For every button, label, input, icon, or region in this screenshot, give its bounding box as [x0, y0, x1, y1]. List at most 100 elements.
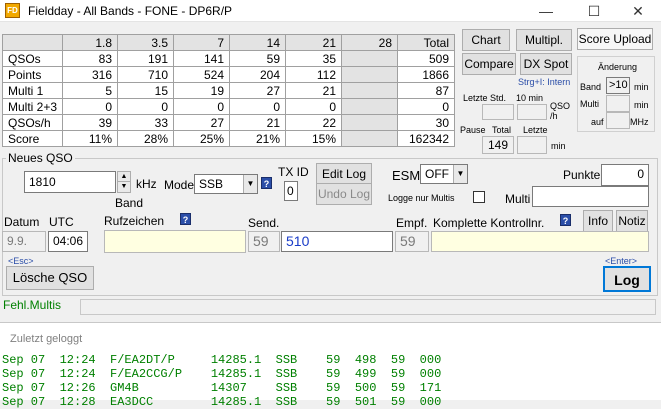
table-cell [341, 98, 399, 115]
list-item[interactable]: Sep 07 12:28 EA3DCC 14285.1 SSB 59 501 5… [2, 395, 441, 409]
utc-field[interactable]: 04:06 [48, 231, 88, 252]
txid-input[interactable]: 0 [284, 181, 298, 201]
log-button[interactable]: Log [603, 266, 651, 292]
dx-spot-button[interactable]: DX Spot [520, 53, 572, 75]
empf-rst-field[interactable]: 59 [395, 231, 429, 252]
status-field [80, 299, 656, 315]
auf-field[interactable] [606, 112, 630, 129]
list-item[interactable]: Sep 07 12:24 F/EA2DT/P 14285.1 SSB 59 49… [2, 353, 441, 367]
table-cell: 25% [173, 130, 231, 147]
table-cell: 11% [62, 130, 119, 147]
table-cell: 0 [229, 98, 287, 115]
row-label: QSOs [1, 50, 64, 67]
send-rst-field[interactable]: 59 [248, 231, 280, 252]
datum-field[interactable]: 9.9. [2, 231, 46, 252]
kontroll-help-icon[interactable]: ? [560, 214, 571, 226]
txid-label: TX ID [278, 165, 309, 179]
last-time-value [517, 136, 547, 154]
band-unit: min [634, 82, 649, 92]
table-cell: 204 [229, 66, 287, 83]
esm-value: OFF [425, 167, 449, 181]
table-cell [341, 66, 399, 83]
column-header: 14 [229, 34, 287, 51]
table-cell: 87 [397, 82, 456, 99]
row-label: Points [1, 66, 64, 83]
table-row: Points 316 710 524 204 112 1866 [1, 66, 456, 83]
table-cell: 5 [62, 82, 119, 99]
table-cell [341, 114, 399, 131]
multi-change-unit: min [634, 100, 649, 110]
column-header: 1.8 [62, 34, 119, 51]
maximize-button[interactable]: ☐ [571, 0, 617, 22]
esm-label: ESM [392, 168, 421, 183]
table-cell: 28% [117, 130, 175, 147]
table-cell: 0 [397, 98, 456, 115]
esm-select[interactable]: OFF ▼ [420, 164, 468, 184]
column-header: 21 [285, 34, 343, 51]
table-header-row: 1.8 3.5 7 14 21 28 Total [1, 34, 456, 51]
qso-per-hour-label: QSO /h [550, 101, 571, 121]
ten-min-rate [517, 104, 547, 120]
table-cell [341, 130, 399, 147]
score-upload-button[interactable]: Score Upload [577, 28, 653, 50]
table-cell: 15 [117, 82, 175, 99]
kontroll-input[interactable] [431, 231, 649, 252]
multi-label: Multi [505, 192, 531, 206]
empf-label: Empf. [396, 216, 428, 230]
multi-field[interactable] [532, 186, 649, 207]
info-button[interactable]: Info [583, 210, 613, 232]
chart-button[interactable]: Chart [462, 29, 510, 51]
table-cell: 1866 [397, 66, 456, 83]
datum-label: Datum [4, 215, 40, 229]
table-cell: 21 [229, 114, 287, 131]
table-cell: 21% [229, 130, 287, 147]
multi-change-field[interactable] [606, 95, 630, 112]
table-cell: 15% [285, 130, 343, 147]
mode-label: Mode [164, 178, 195, 192]
column-header: Total [397, 34, 456, 51]
spinner-down-icon[interactable]: ▼ [118, 182, 130, 192]
send-nr-field[interactable]: 510 [281, 231, 393, 252]
close-button[interactable]: ✕ [615, 0, 661, 22]
notiz-button[interactable]: Notiz [616, 210, 648, 232]
spinner-up-icon[interactable]: ▲ [118, 172, 130, 182]
logge-multis-checkbox[interactable] [473, 191, 485, 203]
multi-change-label: Multi [580, 99, 600, 109]
window-title: Fieldday - All Bands - FONE - DP6R/P [28, 4, 233, 18]
compare-button[interactable]: Compare [462, 53, 516, 75]
pause-label: Pause [460, 125, 486, 135]
mode-help-icon[interactable]: ? [261, 177, 272, 189]
row-label: Score [1, 130, 64, 147]
loesche-qso-button[interactable]: Lösche QSO [6, 266, 94, 290]
table-cell: 0 [173, 98, 231, 115]
multipl-button[interactable]: Multipl. [516, 29, 572, 51]
table-row: Score 11% 28% 25% 21% 15% 162342 [1, 130, 456, 147]
chevron-down-icon[interactable]: ▼ [243, 175, 257, 193]
frequency-input[interactable]: 1810 [24, 171, 116, 193]
table-cell [341, 50, 399, 67]
edit-log-button[interactable]: Edit Log [316, 163, 372, 185]
kontroll-label: Komplette Kontrollnr. [433, 216, 545, 230]
minimize-button[interactable]: — [523, 0, 569, 22]
app-icon: FD [5, 3, 20, 18]
table-cell: 83 [62, 50, 119, 67]
list-item[interactable]: Sep 07 12:24 F/EA2CCG/P 14285.1 SSB 59 4… [2, 367, 441, 381]
row-label: Multi 1 [1, 82, 64, 99]
chevron-down-icon[interactable]: ▼ [453, 165, 467, 183]
title-bar: FD Fieldday - All Bands - FONE - DP6R/P … [0, 0, 661, 22]
list-item[interactable]: Sep 07 12:26 GM4B 14307 SSB 59 500 59 17… [2, 381, 441, 395]
auf-unit: MHz [630, 117, 649, 127]
table-cell [341, 82, 399, 99]
table-cell: 524 [173, 66, 231, 83]
rufzeichen-help-icon[interactable]: ? [180, 213, 191, 225]
frequency-spinner[interactable]: ▲ ▼ [117, 171, 131, 193]
table-row: Multi 2+3 0 0 0 0 0 0 [1, 98, 456, 115]
callsign-input[interactable] [104, 230, 246, 253]
undo-log-button[interactable]: Undo Log [316, 183, 372, 205]
column-header [1, 34, 64, 51]
rate-min-unit: min [551, 141, 566, 151]
table-cell: 59 [229, 50, 287, 67]
band-change-field[interactable]: >10 [606, 77, 630, 94]
mode-select[interactable]: SSB ▼ [194, 174, 258, 194]
score-table: 1.8 3.5 7 14 21 28 Total QSOs 83 191 141… [1, 34, 456, 147]
